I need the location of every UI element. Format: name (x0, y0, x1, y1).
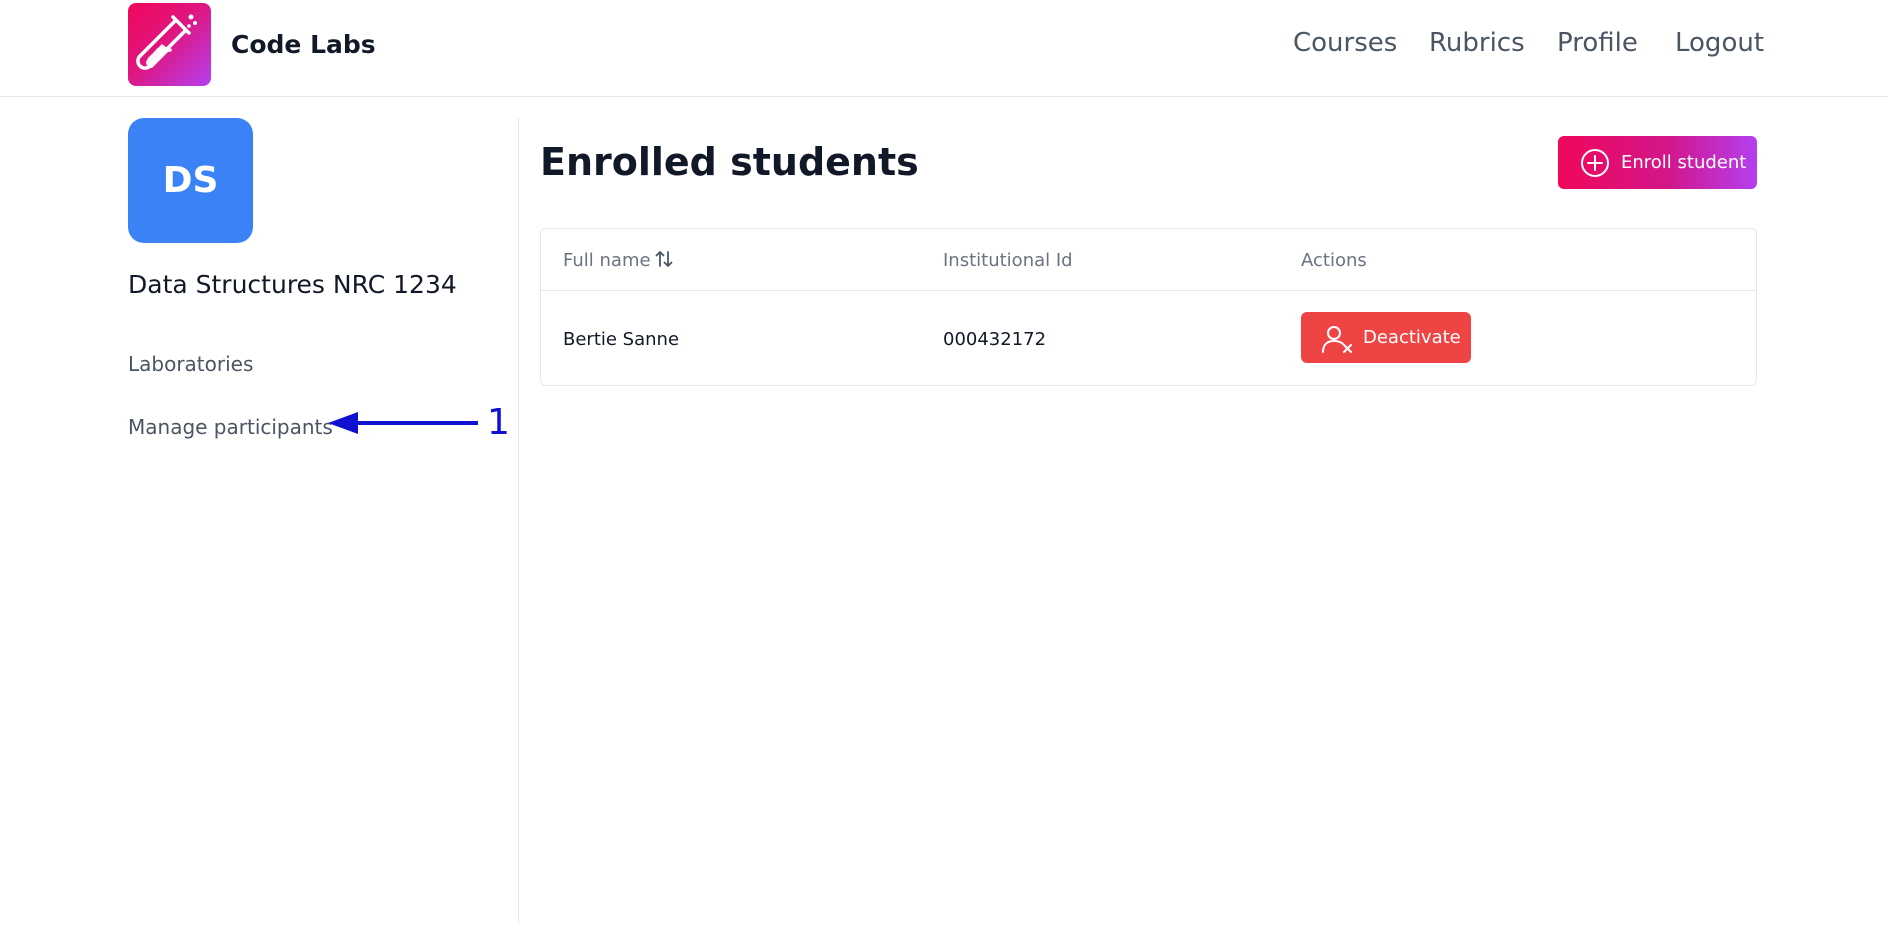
sort-arrows-icon[interactable] (654, 249, 674, 269)
course-avatar: DS (128, 118, 253, 243)
app-logo[interactable] (128, 3, 211, 86)
nav-logout[interactable]: Logout (1675, 28, 1764, 58)
course-title: Data Structures NRC 1234 (128, 270, 457, 299)
user-x-icon (1322, 326, 1352, 353)
column-header-actions: Actions (1301, 250, 1367, 271)
annotation-number: 1 (487, 402, 510, 443)
test-tube-icon (136, 14, 197, 70)
column-header-institutional-id: Institutional Id (943, 250, 1073, 271)
deactivate-label: Deactivate (1363, 327, 1461, 348)
enroll-student-label: Enroll student (1621, 152, 1747, 173)
nav-profile[interactable]: Profile (1557, 28, 1638, 58)
brand-name: Code Labs (231, 30, 376, 59)
nav-courses[interactable]: Courses (1293, 28, 1397, 58)
table-header-row: Full name Institutional Id Actions (541, 229, 1756, 291)
plus-circle-icon (1581, 149, 1609, 177)
column-header-full-name[interactable]: Full name (563, 250, 651, 271)
enroll-student-button[interactable]: Enroll student (1558, 136, 1757, 189)
sidebar-item-laboratories[interactable]: Laboratories (128, 352, 253, 376)
sidebar-divider (518, 118, 519, 923)
annotation-arrow-icon (328, 412, 478, 434)
enrolled-students-table: Full name Institutional Id Actions Berti… (540, 228, 1757, 386)
student-institutional-id: 000432172 (943, 329, 1047, 350)
nav-rubrics[interactable]: Rubrics (1429, 28, 1525, 58)
sidebar-item-manage-participants[interactable]: Manage participants (128, 415, 333, 439)
student-full-name: Bertie Sanne (563, 329, 680, 350)
deactivate-button[interactable]: Deactivate (1301, 312, 1471, 363)
top-header: Code Labs Courses Rubrics Profile Logout (0, 0, 1888, 97)
page-title: Enrolled students (540, 140, 919, 184)
